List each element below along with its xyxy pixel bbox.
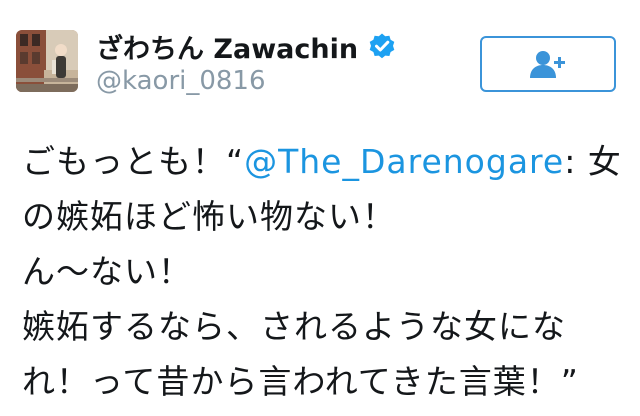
- tweet-text-suffix: : 女: [564, 142, 622, 181]
- name-row: ざわちん Zawachin: [96, 27, 396, 66]
- tweet-line-5: れ！って昔から言われてきた言葉！”: [22, 362, 579, 401]
- avatar-photo-icon: [16, 30, 78, 92]
- verified-badge-icon: [368, 32, 396, 60]
- follow-user-plus-icon: [530, 51, 565, 78]
- user-header: ざわちん Zawachin @kaori_0816: [96, 28, 396, 96]
- tweet-card: ざわちん Zawachin @kaori_0816 ごもっとも！“@The_Da…: [0, 0, 640, 416]
- tweet-line-4: 嫉妬するなら、されるような女にな: [22, 307, 566, 346]
- avatar[interactable]: [16, 30, 78, 92]
- tweet-line-1: ごもっとも！“@The_Darenogare: 女: [22, 134, 626, 189]
- display-name[interactable]: ざわちん Zawachin: [96, 27, 358, 66]
- mention-link[interactable]: @The_Darenogare: [244, 142, 564, 181]
- tweet-text: ごもっとも！“@The_Darenogare: 女 の嫉妬ほど怖い物ない！ ん〜…: [22, 134, 626, 409]
- tweet-text-prefix: ごもっとも！“: [22, 142, 245, 181]
- tweet-line-3: ん〜ない！: [22, 252, 192, 291]
- user-handle[interactable]: @kaori_0816: [96, 66, 396, 96]
- tweet-line-2: の嫉妬ほど怖い物ない！: [22, 197, 396, 236]
- follow-button[interactable]: [480, 36, 616, 92]
